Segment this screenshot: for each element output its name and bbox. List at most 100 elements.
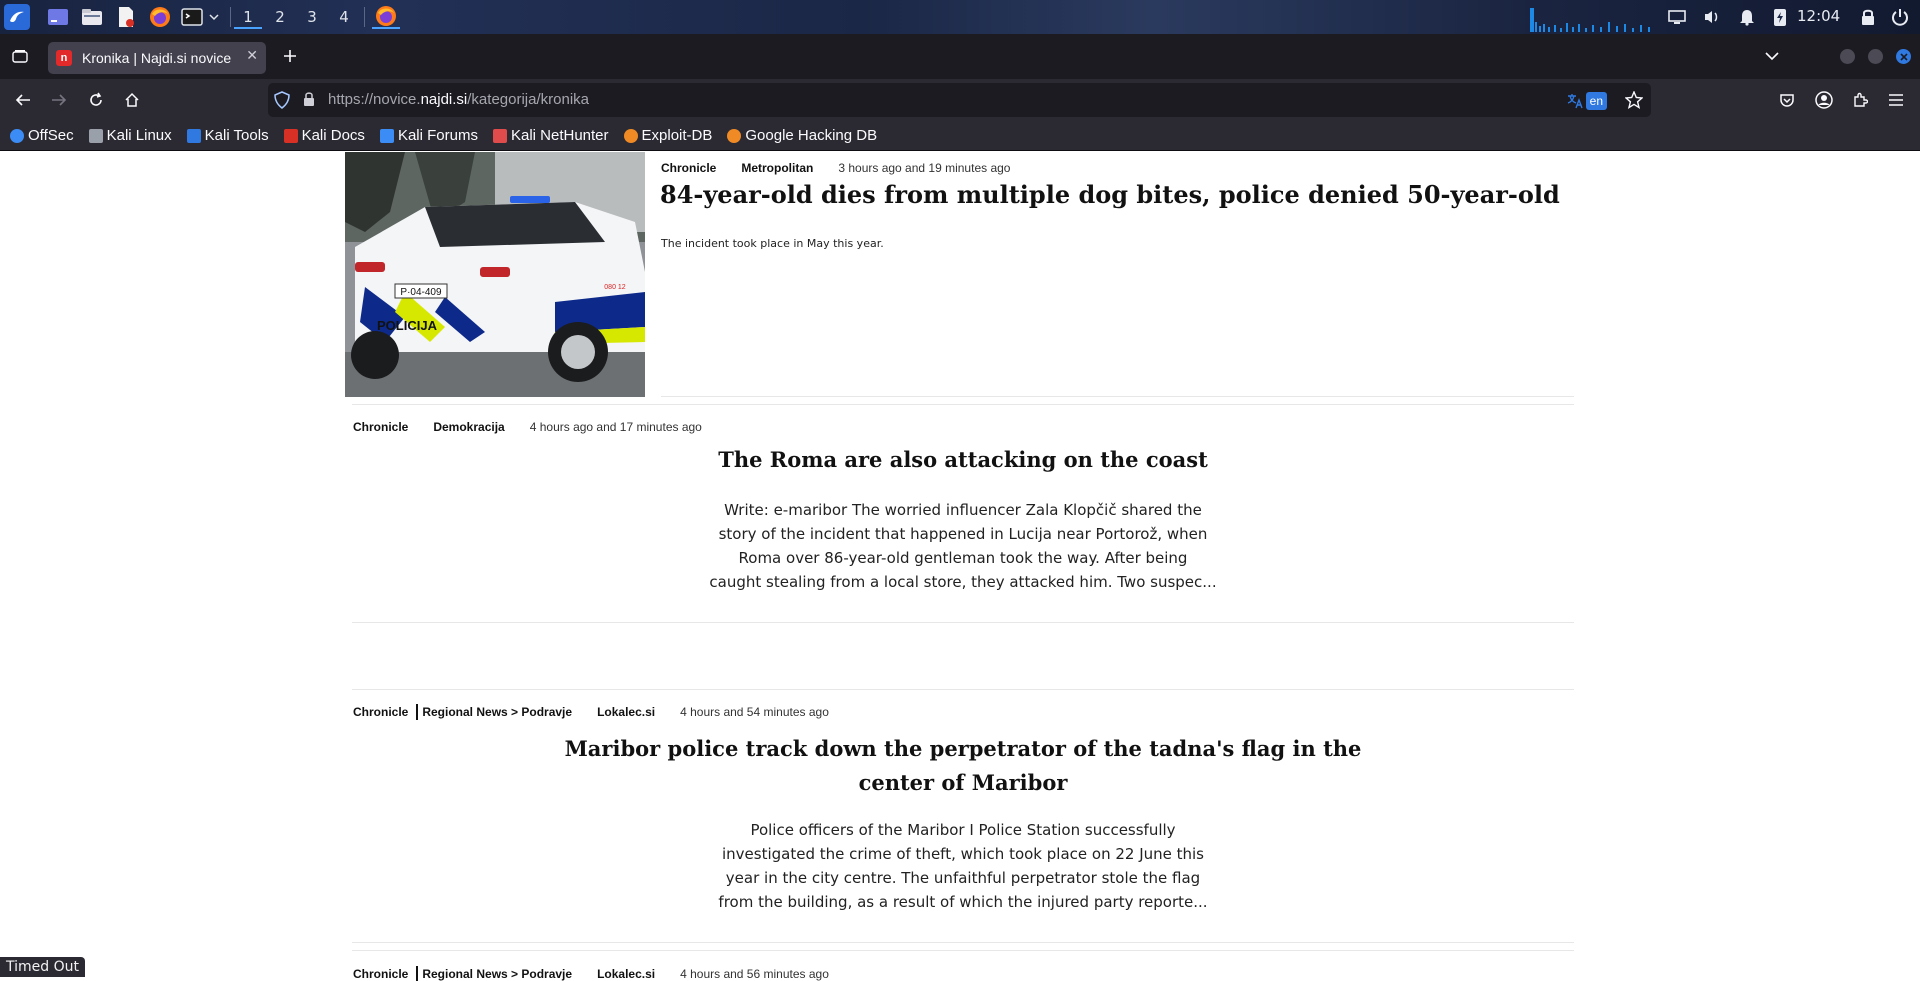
bookmark-google-hacking-db[interactable]: Google Hacking DB: [727, 127, 877, 144]
article-source[interactable]: Metropolitan: [741, 161, 813, 175]
close-window-button[interactable]: [1896, 49, 1911, 64]
workspace-2[interactable]: 2: [266, 5, 294, 29]
close-tab-icon[interactable]: ✕: [246, 48, 258, 64]
article-2-title[interactable]: The Roma are also attacking on the coast: [352, 447, 1574, 472]
minimize-window-button[interactable]: [1840, 49, 1855, 64]
workspace-1[interactable]: 1: [234, 5, 262, 29]
display-icon[interactable]: [1665, 5, 1689, 29]
tracking-protection-shield-icon[interactable]: [274, 91, 290, 113]
kali-forums-icon: [379, 128, 394, 143]
bookmark-exploit-db[interactable]: Exploit-DB: [623, 127, 712, 144]
article-1-image[interactable]: P·04-409 POLICIJA 080 12: [345, 152, 645, 397]
workspace-3[interactable]: 3: [298, 5, 326, 29]
article-1-title[interactable]: 84-year-old dies from multiple dog bites…: [660, 180, 1560, 209]
clock[interactable]: 12:04: [1797, 7, 1840, 25]
article-category[interactable]: Chronicle: [353, 420, 408, 434]
lock-icon[interactable]: [302, 91, 316, 111]
najdi-favicon-icon: n: [56, 50, 72, 66]
file-manager-icon[interactable]: [80, 5, 104, 29]
tab-title: Kronika | Najdi.si novice: [82, 50, 232, 66]
article-2-excerpt: Write: e-maribor The worried influencer …: [709, 501, 1217, 591]
chevron-down-icon[interactable]: [206, 5, 222, 29]
divider: [352, 950, 1574, 951]
svg-text:080 12: 080 12: [604, 284, 626, 291]
article-category[interactable]: Chronicle: [353, 967, 408, 981]
bookmark-kali-forums[interactable]: Kali Forums: [379, 127, 478, 144]
article-source[interactable]: Demokracija: [433, 420, 504, 434]
close-icon: [1899, 52, 1908, 61]
translate-language: en: [1585, 91, 1607, 110]
text-editor-icon[interactable]: [114, 5, 138, 29]
translate-button[interactable]: en: [1567, 91, 1607, 110]
browser-navigation-bar: https://novice.najdi.si/kategorija/kroni…: [0, 79, 1920, 121]
volume-icon[interactable]: [1700, 5, 1724, 29]
article-category[interactable]: Chronicle: [661, 161, 716, 175]
kali-menu-icon[interactable]: [4, 4, 30, 30]
browser-tab-bar: n Kronika | Najdi.si novice ✕: [0, 34, 1920, 79]
terminal-icon[interactable]: [180, 5, 204, 29]
article-4-meta: Chronicle Regional News > Podravje Lokal…: [353, 966, 829, 981]
account-icon[interactable]: [1812, 88, 1836, 112]
workspace-4[interactable]: 4: [330, 5, 358, 29]
system-taskbar: 1 2 3 4 12:04: [0, 0, 1920, 34]
divider: [661, 396, 1574, 397]
divider: [352, 942, 1574, 943]
forward-arrow-icon[interactable]: [47, 88, 71, 112]
exploit-db-icon: [623, 128, 638, 143]
terminal-window-icon[interactable]: [46, 5, 70, 29]
article-category[interactable]: Chronicle: [353, 705, 408, 719]
article-timestamp: 4 hours ago and 17 minutes ago: [529, 420, 702, 434]
firefox-icon: [376, 6, 396, 26]
kali-dragon-icon: [88, 128, 103, 143]
bookmarks-toolbar: OffSec Kali Linux Kali Tools Kali Docs K…: [0, 121, 1920, 151]
kali-docs-icon: [283, 128, 298, 143]
tab-kronika[interactable]: n Kronika | Najdi.si novice ✕: [48, 42, 266, 74]
offsec-icon: [10, 128, 24, 143]
menu-hamburger-icon[interactable]: [1884, 88, 1908, 112]
article-3-meta: Chronicle Regional News > Podravje Lokal…: [353, 704, 829, 720]
article-timestamp: 4 hours and 56 minutes ago: [680, 967, 829, 981]
page-content: P·04-409 POLICIJA 080 12 Chronicle Metro…: [0, 152, 1920, 981]
article-1-meta: Chronicle Metropolitan 3 hours ago and 1…: [661, 161, 1010, 175]
firefox-icon[interactable]: [148, 5, 172, 29]
status-tooltip: Timed Out: [0, 957, 85, 977]
tab-overview-icon[interactable]: [8, 44, 32, 68]
article-region[interactable]: Regional News > Podravje: [422, 705, 572, 719]
back-arrow-icon[interactable]: [11, 88, 35, 112]
firefox-window-button[interactable]: [372, 5, 400, 29]
lock-icon[interactable]: [1856, 5, 1880, 29]
article-timestamp: 3 hours ago and 19 minutes ago: [838, 161, 1011, 175]
notification-bell-icon[interactable]: [1735, 5, 1759, 29]
divider: [352, 622, 1574, 623]
bookmark-offsec[interactable]: OffSec: [10, 127, 74, 144]
article-2-meta: Chronicle Demokracija 4 hours ago and 17…: [353, 420, 702, 434]
power-icon[interactable]: [1888, 5, 1912, 29]
article-region[interactable]: Regional News > Podravje: [422, 967, 572, 981]
maximize-window-button[interactable]: [1868, 49, 1883, 64]
divider: [352, 689, 1574, 690]
pocket-icon[interactable]: [1775, 88, 1799, 112]
article-1-excerpt: The incident took place in May this year…: [661, 237, 884, 250]
bookmark-kali-nethunter[interactable]: Kali NetHunter: [492, 127, 609, 144]
article-source[interactable]: Lokalec.si: [597, 705, 655, 719]
list-all-tabs-chevron-icon[interactable]: [1760, 44, 1784, 68]
svg-text:P·04-409: P·04-409: [400, 287, 442, 298]
bookmark-star-icon[interactable]: [1624, 90, 1644, 113]
article-3-title[interactable]: Maribor police track down the perpetrato…: [352, 732, 1574, 800]
bookmark-kali-linux[interactable]: Kali Linux: [88, 127, 172, 144]
divider: [352, 404, 1574, 405]
translate-icon: [1567, 93, 1583, 108]
new-tab-icon[interactable]: [278, 44, 302, 68]
extensions-icon[interactable]: [1848, 88, 1872, 112]
url-text[interactable]: https://novice.najdi.si/kategorija/kroni…: [328, 91, 589, 108]
address-bar[interactable]: https://novice.najdi.si/kategorija/kroni…: [268, 83, 1651, 117]
article-source[interactable]: Lokalec.si: [597, 967, 655, 981]
article-3-excerpt: Police officers of the Maribor I Police …: [718, 821, 1208, 911]
home-icon[interactable]: [120, 88, 144, 112]
kali-tools-icon: [186, 128, 201, 143]
power-battery-icon[interactable]: [1768, 5, 1792, 29]
bookmark-kali-tools[interactable]: Kali Tools: [186, 127, 269, 144]
ghdb-icon: [727, 128, 742, 143]
reload-icon[interactable]: [84, 88, 108, 112]
bookmark-kali-docs[interactable]: Kali Docs: [283, 127, 365, 144]
